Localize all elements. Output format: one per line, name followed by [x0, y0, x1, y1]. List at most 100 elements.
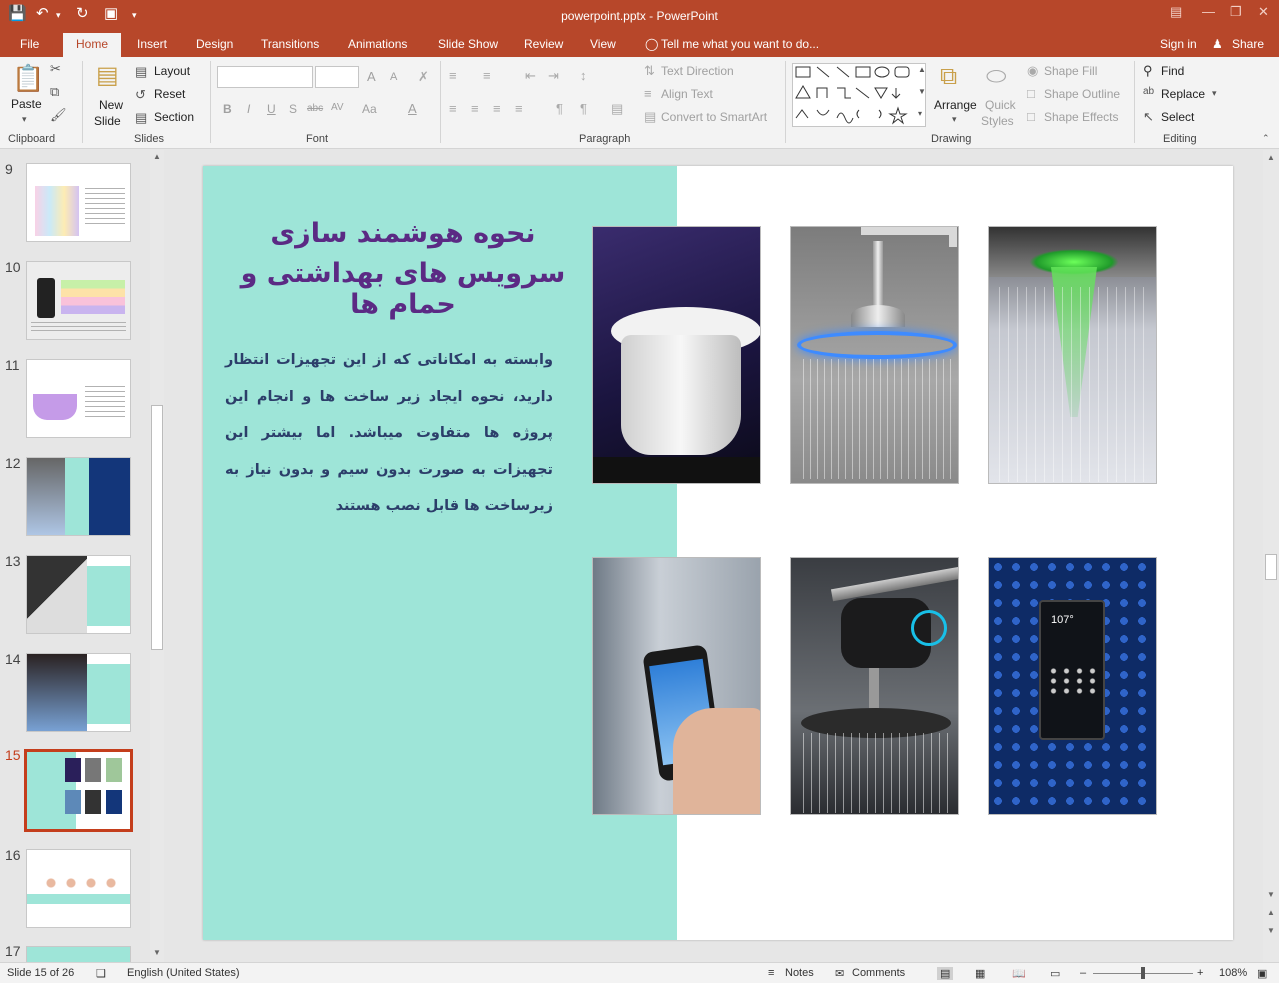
ltr-icon[interactable]: ¶ [580, 101, 587, 116]
clear-formatting-icon[interactable]: ✗ [418, 69, 429, 85]
increase-indent-icon[interactable]: ⇥ [548, 68, 559, 84]
quick-styles-label-2[interactable]: Styles [981, 114, 1014, 128]
bullets-icon[interactable]: ≡ [449, 68, 457, 83]
smartphone-control-photo[interactable] [592, 557, 761, 815]
led-rain-shower-photo[interactable] [790, 226, 959, 484]
slide-thumbnail-10[interactable] [26, 261, 131, 340]
shape-fill-button[interactable]: Shape Fill [1044, 64, 1097, 78]
columns-icon[interactable]: ▤ [611, 101, 623, 117]
slide-sorter-icon[interactable]: ▦ [975, 967, 985, 980]
zoom-in-icon[interactable]: + [1197, 967, 1203, 979]
arrange-button[interactable]: Arrange [934, 98, 977, 112]
editor-scroll-thumb[interactable] [1265, 554, 1277, 580]
new-slide-label-1[interactable]: New [99, 98, 123, 112]
convert-smartart-button[interactable]: Convert to SmartArt [661, 110, 767, 124]
normal-view-icon[interactable]: ▤ [937, 967, 954, 980]
arrange-dropdown-icon[interactable]: ▾ [952, 114, 957, 125]
scroll-down-icon[interactable]: ▼ [153, 948, 161, 957]
underline-button[interactable]: U [267, 102, 276, 116]
text-direction-button[interactable]: Text Direction [661, 64, 734, 78]
rtl-icon[interactable]: ¶ [556, 101, 563, 116]
new-slide-label-2[interactable]: Slide [94, 114, 121, 128]
font-name-input[interactable] [217, 66, 313, 88]
align-center-icon[interactable]: ≡ [471, 101, 479, 116]
gallery-more-icon[interactable]: ▾ [918, 109, 922, 118]
restore-icon[interactable]: ❐ [1230, 4, 1242, 20]
gallery-up-icon[interactable]: ▲ [918, 65, 926, 74]
italic-button[interactable]: I [247, 102, 250, 116]
share-icon[interactable]: ♟ [1212, 37, 1223, 51]
find-button[interactable]: Find [1161, 64, 1184, 78]
editor-scroll-up-icon[interactable]: ▲ [1267, 153, 1275, 162]
char-spacing-button[interactable]: AV [331, 102, 344, 113]
tab-insert[interactable]: Insert [137, 37, 167, 51]
tab-transitions[interactable]: Transitions [261, 37, 319, 51]
bold-button[interactable]: B [223, 102, 232, 116]
zoom-out-icon[interactable]: – [1080, 967, 1086, 979]
new-slide-icon[interactable]: ▤ [96, 61, 119, 90]
slide-title-line-2[interactable]: سرویس های بهداشتی و حمام ها [203, 258, 603, 320]
copy-icon[interactable]: ⧉ [50, 84, 59, 100]
justify-icon[interactable]: ≡ [515, 101, 523, 116]
thumbnail-scrollbar[interactable]: ▲ ▼ [150, 150, 164, 962]
thumbnail-scroll-thumb[interactable] [151, 405, 163, 650]
shape-outline-button[interactable]: Shape Outline [1044, 87, 1120, 101]
reset-button[interactable]: Reset [154, 87, 185, 101]
slide-thumbnail-14[interactable] [26, 653, 131, 732]
close-icon[interactable]: ✕ [1258, 4, 1269, 20]
quick-styles-label-1[interactable]: Quick [985, 98, 1016, 112]
editor-scrollbar[interactable]: ▲ ▼ ▲ ▼ [1263, 150, 1279, 962]
language-indicator[interactable]: English (United States) [127, 967, 240, 979]
editor-scroll-down-icon[interactable]: ▼ [1267, 890, 1275, 899]
paste-icon[interactable]: 📋 [12, 63, 44, 94]
paste-button[interactable]: Paste [11, 97, 42, 111]
reading-view-icon[interactable]: 📖 [1012, 967, 1026, 980]
slide-body-text[interactable]: وابسته به امکاناتی که از این تجهیزات انت… [225, 342, 553, 525]
slide-thumbnail-15[interactable] [24, 749, 133, 832]
shrink-font-button[interactable]: A [390, 71, 397, 83]
smart-toilet-photo[interactable] [592, 226, 761, 484]
tell-me-input[interactable]: Tell me what you want to do... [661, 37, 819, 51]
shadow-button[interactable]: S [289, 102, 297, 116]
tab-design[interactable]: Design [196, 37, 233, 51]
slide-thumbnail-11[interactable] [26, 359, 131, 438]
digital-shower-panel-photo[interactable]: 107° [988, 557, 1157, 815]
tab-home[interactable]: Home [63, 33, 122, 57]
ceiling-rain-shower-photo[interactable] [988, 226, 1157, 484]
align-left-icon[interactable]: ≡ [449, 101, 457, 116]
tab-animations[interactable]: Animations [348, 37, 407, 51]
slide-title-line-1[interactable]: نحوه هوشمند سازی [203, 218, 603, 249]
decrease-indent-icon[interactable]: ⇤ [525, 68, 536, 84]
select-button[interactable]: Select [1161, 110, 1194, 124]
tab-view[interactable]: View [590, 37, 616, 51]
spell-check-icon[interactable]: ❑ [96, 967, 106, 980]
prev-slide-icon[interactable]: ▲ [1267, 908, 1275, 917]
slide-thumbnail-17[interactable] [26, 946, 131, 962]
line-spacing-icon[interactable]: ↕ [580, 68, 587, 83]
paste-dropdown-icon[interactable]: ▾ [22, 114, 27, 125]
align-right-icon[interactable]: ≡ [493, 101, 501, 116]
font-color-button[interactable]: A [408, 101, 417, 116]
numbering-icon[interactable]: ≡ [483, 68, 491, 83]
arrange-icon[interactable]: ⧉ [940, 63, 957, 91]
grow-font-button[interactable]: A [367, 69, 376, 84]
ribbon-display-icon[interactable]: ▤ [1170, 4, 1182, 20]
slide-thumbnail-12[interactable] [26, 457, 131, 536]
quick-styles-icon[interactable]: ⬭ [986, 63, 1007, 91]
minimize-icon[interactable]: — [1202, 4, 1215, 19]
share-button[interactable]: Share [1232, 37, 1264, 51]
tab-slide-show[interactable]: Slide Show [438, 37, 498, 51]
next-slide-icon[interactable]: ▼ [1267, 926, 1275, 935]
gallery-down-icon[interactable]: ▼ [918, 87, 926, 96]
layout-button[interactable]: Layout [154, 64, 190, 78]
slide-thumbnail-13[interactable] [26, 555, 131, 634]
zoom-slider-thumb[interactable] [1141, 967, 1145, 979]
scroll-up-icon[interactable]: ▲ [153, 152, 161, 161]
align-text-button[interactable]: Align Text [661, 87, 713, 101]
tab-review[interactable]: Review [524, 37, 563, 51]
slideshow-view-icon[interactable]: ▭ [1050, 967, 1060, 980]
section-button[interactable]: Section [154, 110, 194, 124]
smart-shower-head-photo[interactable] [790, 557, 959, 815]
slide-thumbnail-16[interactable] [26, 849, 131, 928]
slide-canvas[interactable]: نحوه هوشمند سازی سرویس های بهداشتی و حما… [203, 166, 1233, 940]
